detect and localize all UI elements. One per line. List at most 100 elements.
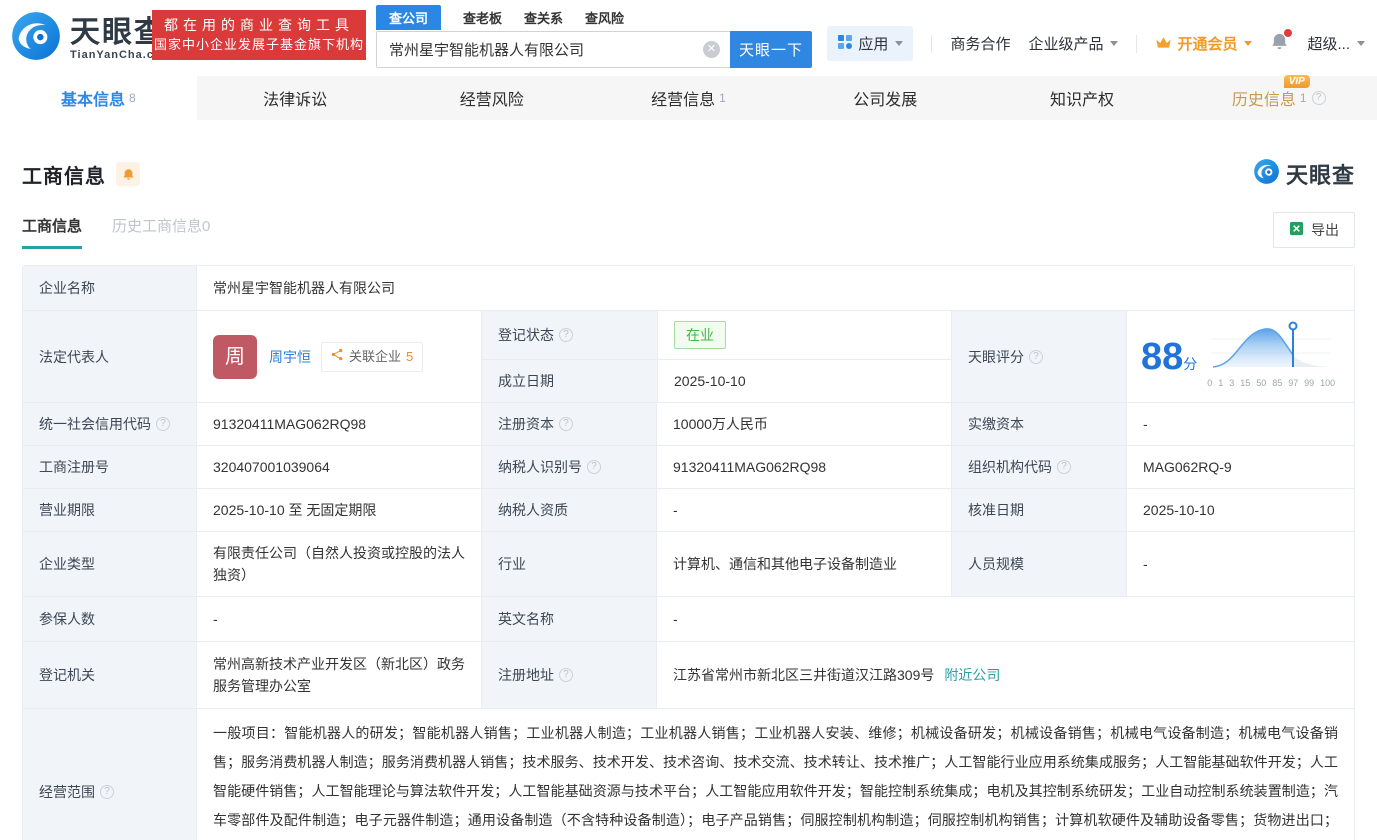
search-button[interactable]: 天眼一下 — [730, 31, 812, 68]
score-unit: 分 — [1183, 355, 1198, 372]
search-tab-company[interactable]: 查公司 — [376, 5, 442, 30]
related-label: 关联企业 — [349, 348, 402, 364]
score-distribution-chart: 01 3 15 50 85 97 99 100 — [1207, 319, 1335, 394]
tab-label: 公司发展 — [853, 92, 918, 109]
tab-history-info[interactable]: 历史信息 VIP 1 — [1180, 75, 1377, 120]
info-icon[interactable] — [559, 328, 573, 342]
subtab-history-business-info[interactable]: 历史工商信息0 — [112, 215, 210, 249]
tab-intellectual-property[interactable]: 知识产权 — [984, 76, 1181, 120]
menu-divider — [931, 34, 933, 53]
info-icon[interactable] — [100, 784, 114, 799]
field-label: 成立日期 — [482, 360, 657, 402]
notification-bell[interactable] — [1270, 29, 1293, 55]
field-label: 天眼评分 — [951, 311, 1126, 402]
chevron-down-icon — [1357, 41, 1365, 46]
tab-label: 历史信息 — [1231, 92, 1296, 109]
tab-business-risk[interactable]: 经营风险 — [393, 76, 590, 120]
related-count: 5 — [406, 348, 414, 364]
info-icon[interactable] — [156, 417, 170, 431]
field-label: 组织机构代码 — [951, 446, 1126, 488]
related-companies-badge[interactable]: 关联企业 5 — [321, 341, 424, 372]
open-vip-label: 开通会员 — [1177, 36, 1238, 53]
tianyan-score-cell: 88分 0 1 3 15 50 85 97 99 100 — [1126, 311, 1354, 402]
apps-menu[interactable]: 应用 — [827, 26, 914, 61]
tianyancha-logo[interactable]: 天眼查 TianYanCha.com — [10, 10, 172, 67]
table-row: 企业类型 有限责任公司（自然人投资或控股的法人独资） 行业 计算机、通信和其他电… — [23, 531, 1354, 596]
field-label: 实缴资本 — [951, 403, 1126, 445]
field-label: 核准日期 — [951, 489, 1126, 531]
enterprise-products-menu[interactable]: 企业级产品 — [1028, 33, 1119, 54]
paid-capital-value: - — [1126, 403, 1354, 445]
chevron-down-icon — [1244, 41, 1253, 46]
info-icon[interactable] — [1029, 349, 1043, 364]
tab-label: 经营风险 — [459, 92, 524, 109]
user-menu[interactable]: 超级... — [1307, 33, 1365, 54]
taxpayer-qualification-value: - — [656, 489, 951, 531]
tab-legal-litigation[interactable]: 法律诉讼 — [197, 76, 394, 120]
search-tab-boss[interactable]: 查老板 — [463, 8, 502, 27]
search-tab-relation[interactable]: 查关系 — [524, 8, 563, 27]
chevron-down-icon — [895, 41, 904, 46]
score-axis-ticks: 01 3 15 50 85 97 99 100 — [1207, 378, 1336, 388]
table-row: 企业名称 常州星宇智能机器人有限公司 — [23, 266, 1354, 310]
table-row: 统一社会信用代码 91320411MAG062RQ98 注册资本 10000万人… — [23, 402, 1354, 445]
nearby-companies-link[interactable]: 附近公司 — [944, 664, 1000, 686]
tab-label: 经营信息 — [651, 92, 716, 109]
open-vip-menu[interactable]: 开通会员 — [1155, 33, 1253, 54]
tianyancha-logo-icon — [1253, 158, 1280, 190]
staff-size-value: - — [1126, 532, 1354, 596]
notification-dot — [1284, 29, 1293, 37]
search-tab-risk[interactable]: 查风险 — [585, 8, 624, 27]
info-icon[interactable] — [559, 417, 573, 431]
org-code-value: MAG062RQ-9 — [1126, 446, 1354, 488]
tianyancha-logo-icon — [10, 10, 62, 67]
top-menu: 应用 商务合作 企业级产品 开通会员 超级... — [827, 26, 1365, 61]
registered-address-value: 江苏省常州市新北区三井街道汉江路309号 — [673, 667, 935, 683]
table-row: 法定代表人 周 周宇恒 关联企业 5 登记状态 ? 在业 成立日期 2025-1… — [23, 310, 1354, 402]
company-nav-tabs: 基本信息 8 法律诉讼 经营风险 经营信息 1 公司发展 知识产权 历史信息 V… — [0, 75, 1377, 120]
field-label: 工商注册号 — [23, 446, 196, 488]
field-label: 企业名称 — [23, 266, 196, 310]
reg-capital-value: 10000万人民币 — [656, 403, 951, 445]
business-coop-link[interactable]: 商务合作 — [950, 33, 1010, 54]
enterprise-products-label: 企业级产品 — [1028, 36, 1104, 53]
tab-count: 1 — [719, 91, 726, 105]
field-label: 登记状态 — [482, 311, 657, 359]
tab-business-info[interactable]: 经营信息 1 — [590, 76, 787, 120]
help-icon[interactable] — [1311, 91, 1326, 105]
field-label: 参保人数 — [23, 597, 196, 641]
tab-label: 基本信息 — [61, 92, 126, 109]
subtab-business-info[interactable]: 工商信息 — [22, 215, 83, 249]
info-icon[interactable] — [587, 460, 601, 474]
info-icon[interactable] — [559, 668, 573, 682]
section-title: 工商信息 — [22, 165, 106, 188]
score-marker-pin — [1288, 321, 1298, 331]
field-label: 英文名称 — [481, 597, 656, 641]
field-label: 统一社会信用代码 — [23, 403, 196, 445]
search-input[interactable] — [376, 31, 730, 68]
industry-value: 计算机、通信和其他电子设备制造业 — [656, 532, 951, 596]
clear-search-icon[interactable] — [703, 41, 720, 58]
slogan-line1: 都在用的商业查询工具 — [164, 17, 354, 33]
tab-count: 8 — [129, 91, 136, 105]
business-term-value: 2025-10-10 至 无固定期限 — [196, 489, 481, 531]
insured-count-value: - — [196, 597, 481, 641]
export-button[interactable]: 导出 — [1273, 212, 1355, 248]
table-row: 工商注册号 320407001039064 纳税人识别号 91320411MAG… — [23, 445, 1354, 488]
bell-icon — [123, 168, 133, 180]
reg-number-value: 320407001039064 — [196, 446, 481, 488]
table-row: 经营范围 一般项目：智能机器人的研发；智能机器人销售；工业机器人制造；工业机器人… — [23, 708, 1354, 840]
tab-label: 法律诉讼 — [263, 92, 328, 109]
menu-divider — [1136, 34, 1138, 53]
legal-rep-avatar[interactable]: 周 — [213, 334, 257, 379]
company-name-value: 常州星宇智能机器人有限公司 — [196, 266, 1354, 310]
watermark-logo: 天眼查 — [1253, 158, 1355, 190]
legal-rep-link[interactable]: 周宇恒 — [269, 346, 311, 368]
monitor-bell-button[interactable] — [116, 162, 140, 186]
info-icon[interactable] — [1057, 460, 1071, 474]
tab-company-development[interactable]: 公司发展 — [787, 76, 984, 120]
field-label: 人员规模 — [951, 532, 1126, 596]
field-label: 纳税人资质 — [481, 489, 656, 531]
tab-basic-info[interactable]: 基本信息 8 — [0, 76, 197, 120]
legal-rep-cell: 周 周宇恒 关联企业 5 — [196, 311, 481, 402]
